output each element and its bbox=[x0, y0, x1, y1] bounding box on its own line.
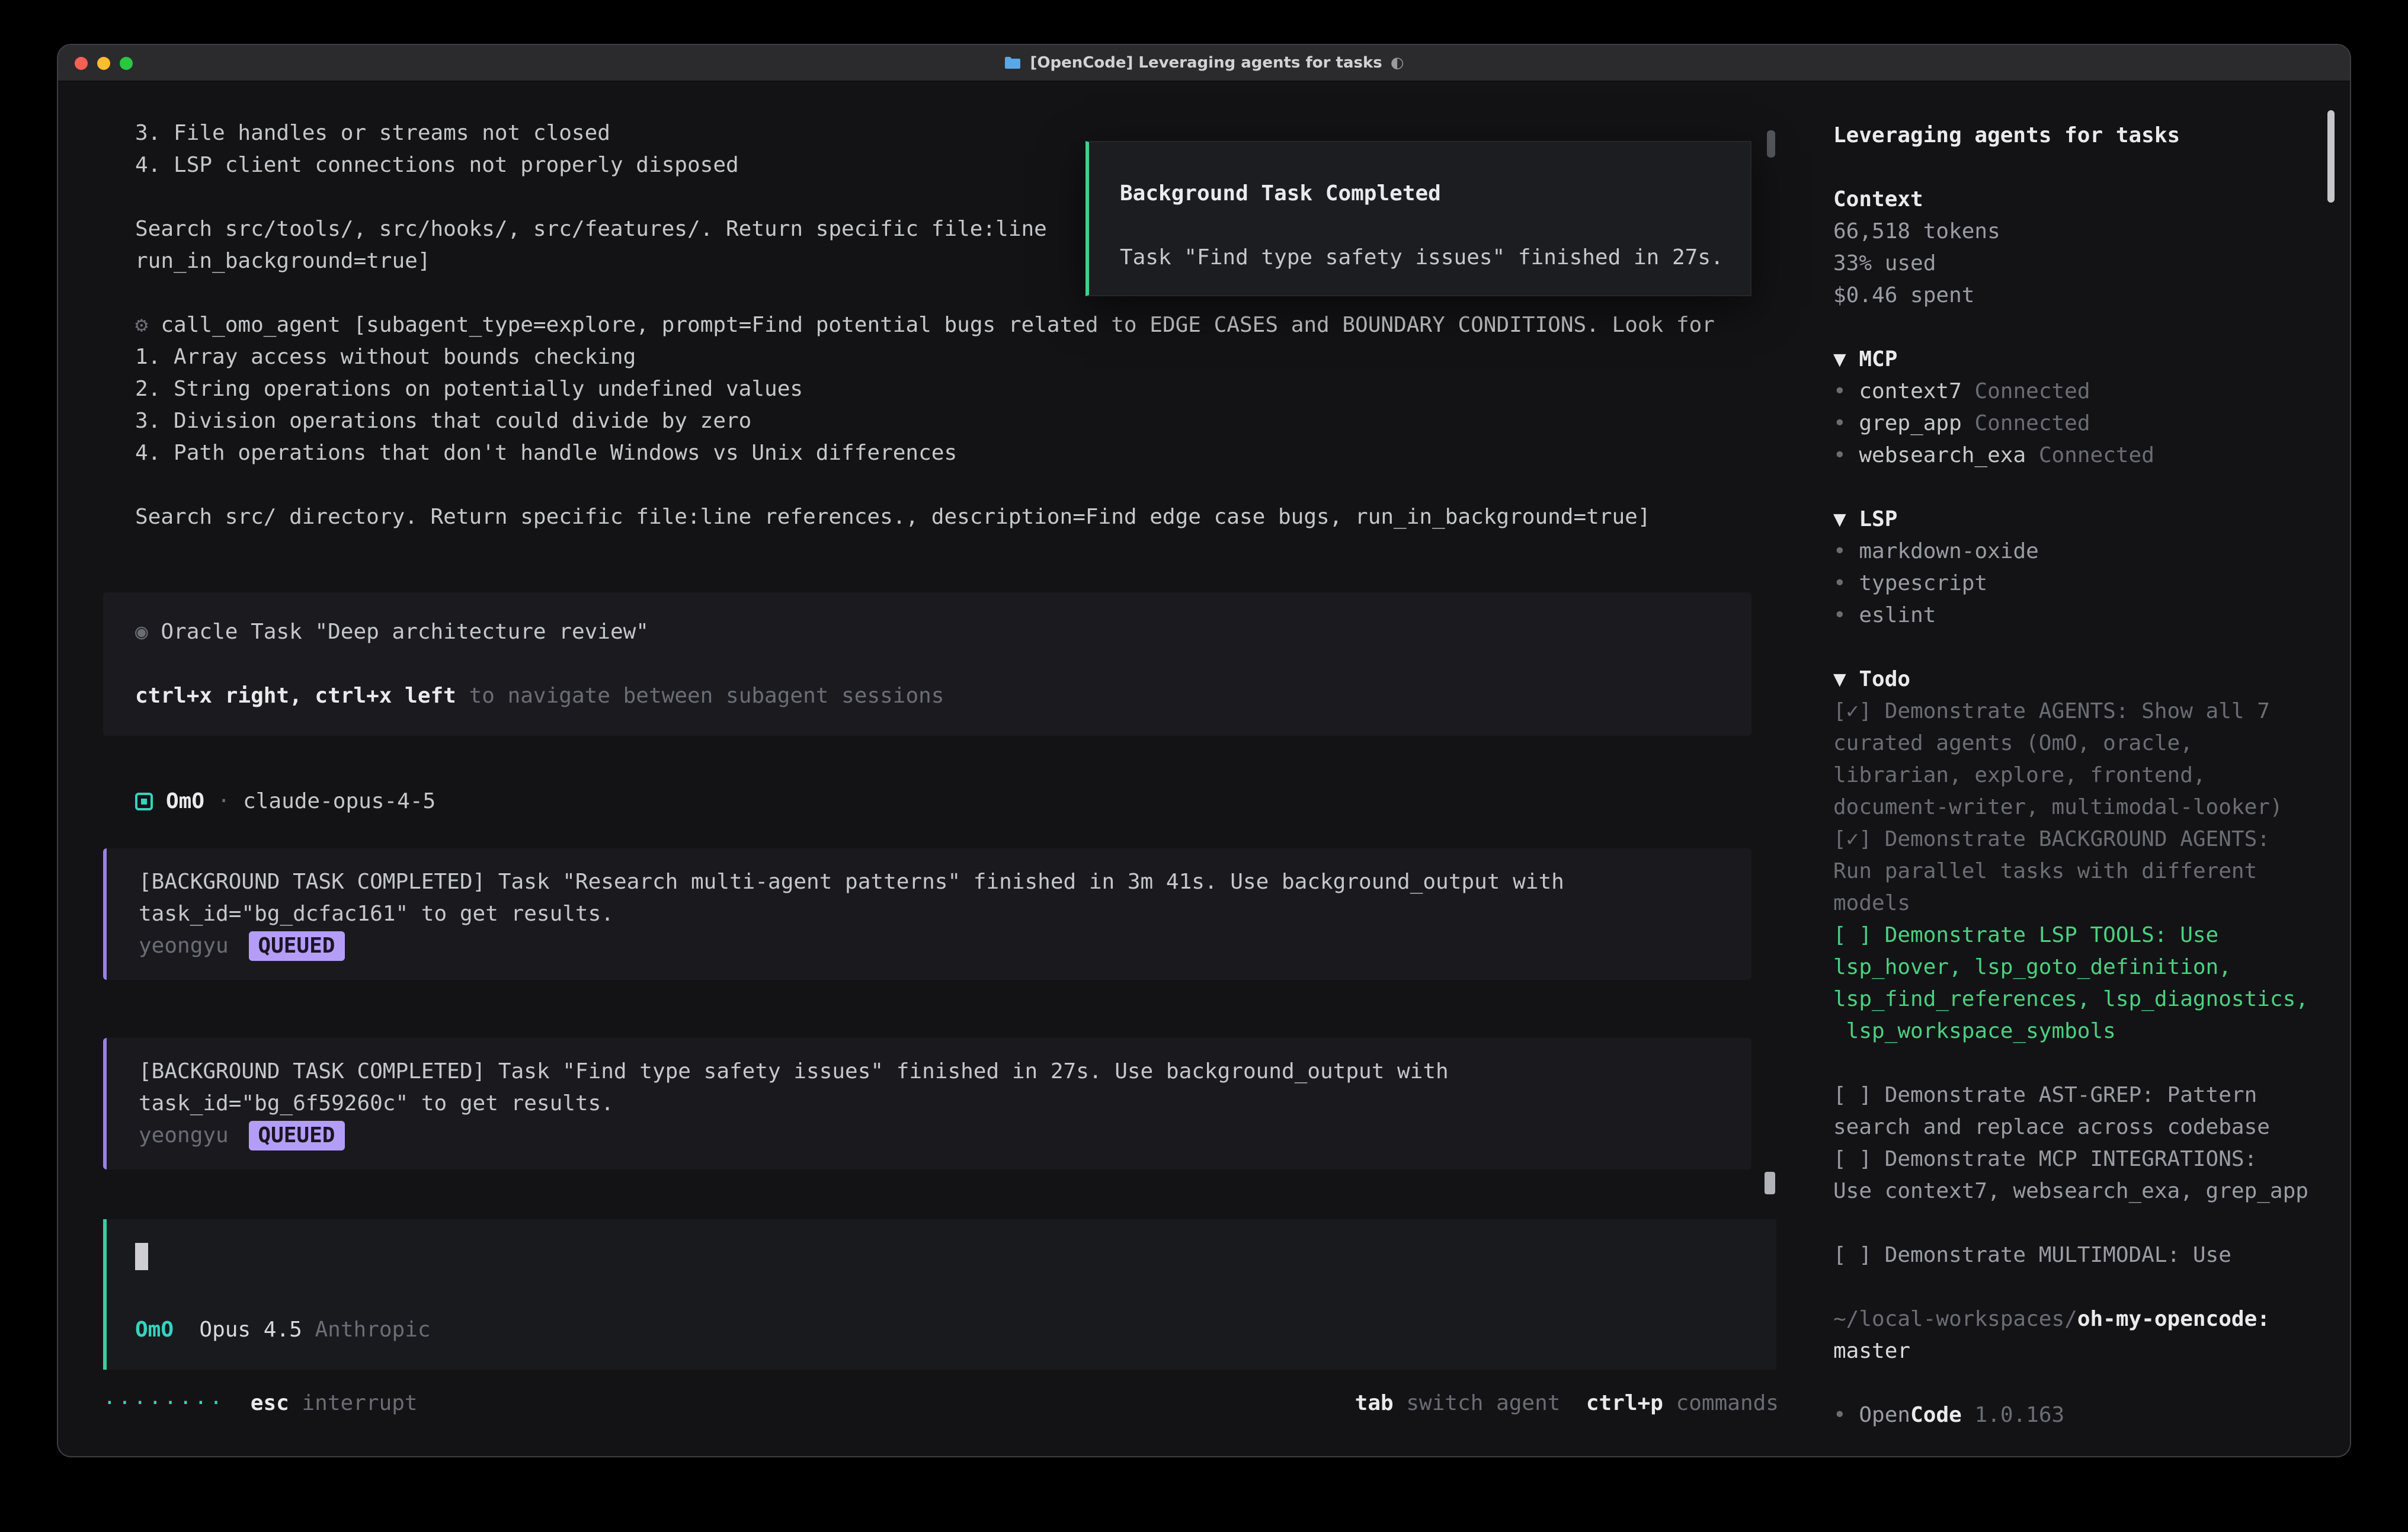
titlebar[interactable]: [OpenCode] Leveraging agents for tasks ◐ bbox=[58, 45, 2350, 82]
session-title: Leveraging agents for tasks bbox=[1833, 120, 2321, 152]
progress-icon: ◐ bbox=[1391, 54, 1404, 72]
close-button[interactable] bbox=[75, 56, 88, 69]
notification-body: Task "Find type safety issues" finished … bbox=[1120, 245, 1724, 270]
zoom-button[interactable] bbox=[120, 56, 133, 69]
main-scrollbar-thumb[interactable] bbox=[1765, 1172, 1775, 1194]
statusbar-right: tab switch agent ctrl+p commands bbox=[1355, 1387, 1779, 1419]
mcp-section: ▼ MCP• context7 Connected• grep_app Conn… bbox=[1833, 344, 2321, 472]
todo-section: ▼ Todo[✓] Demonstrate AGENTS: Show all 7… bbox=[1833, 664, 2321, 1271]
chat-pane: 3. File handles or streams not closed4. … bbox=[58, 82, 1811, 1456]
version-line: • OpenCode 1.0.163 bbox=[1833, 1399, 2321, 1431]
sidebar-scrollbar-thumb[interactable] bbox=[2327, 110, 2335, 203]
background-task-message: [BACKGROUND TASK COMPLETED] Task "Find t… bbox=[103, 1038, 1751, 1169]
notification-title: Background Task Completed bbox=[1120, 181, 1441, 206]
statusbar: ········ esc interrupt tab switch agent … bbox=[103, 1387, 1779, 1419]
window-title: [OpenCode] Leveraging agents for tasks ◐ bbox=[1004, 54, 1404, 72]
notification-toast: Background Task Completed Task "Find typ… bbox=[1085, 141, 1751, 296]
model-indicator: OmO Opus 4.5 Anthropic bbox=[135, 1314, 1748, 1346]
session-sidebar: Leveraging agents for tasks Context66,51… bbox=[1811, 82, 2350, 1456]
agent-checkbox-icon bbox=[135, 793, 153, 810]
window-title-text: [OpenCode] Leveraging agents for tasks bbox=[1030, 54, 1382, 72]
folder-icon bbox=[1004, 56, 1022, 70]
text-cursor bbox=[135, 1243, 148, 1270]
traffic-lights bbox=[75, 45, 133, 81]
agent-header: OmO · claude-opus-4-5 bbox=[135, 786, 1751, 818]
lsp-section: ▼ LSP• markdown-oxide• typescript• eslin… bbox=[1833, 504, 2321, 632]
context-section: Context66,518 tokens33% used$0.46 spent bbox=[1833, 184, 2321, 312]
minimize-button[interactable] bbox=[97, 56, 110, 69]
screen: [OpenCode] Leveraging agents for tasks ◐… bbox=[0, 0, 2408, 1532]
workspace-path: ~/local-workspaces/oh-my-opencode:master bbox=[1833, 1303, 2321, 1367]
main-scrollbar-thumb-top[interactable] bbox=[1767, 130, 1775, 158]
agent-header-text: OmO · claude-opus-4-5 bbox=[166, 786, 436, 818]
background-task-message: [BACKGROUND TASK COMPLETED] Task "Resear… bbox=[103, 848, 1751, 980]
statusbar-left: ········ esc interrupt bbox=[103, 1387, 418, 1419]
prompt-input[interactable]: OmO Opus 4.5 Anthropic bbox=[103, 1219, 1776, 1370]
oracle-task-panel: ◉ Oracle Task "Deep architecture review"… bbox=[103, 592, 1751, 736]
terminal-window: [OpenCode] Leveraging agents for tasks ◐… bbox=[57, 44, 2351, 1457]
